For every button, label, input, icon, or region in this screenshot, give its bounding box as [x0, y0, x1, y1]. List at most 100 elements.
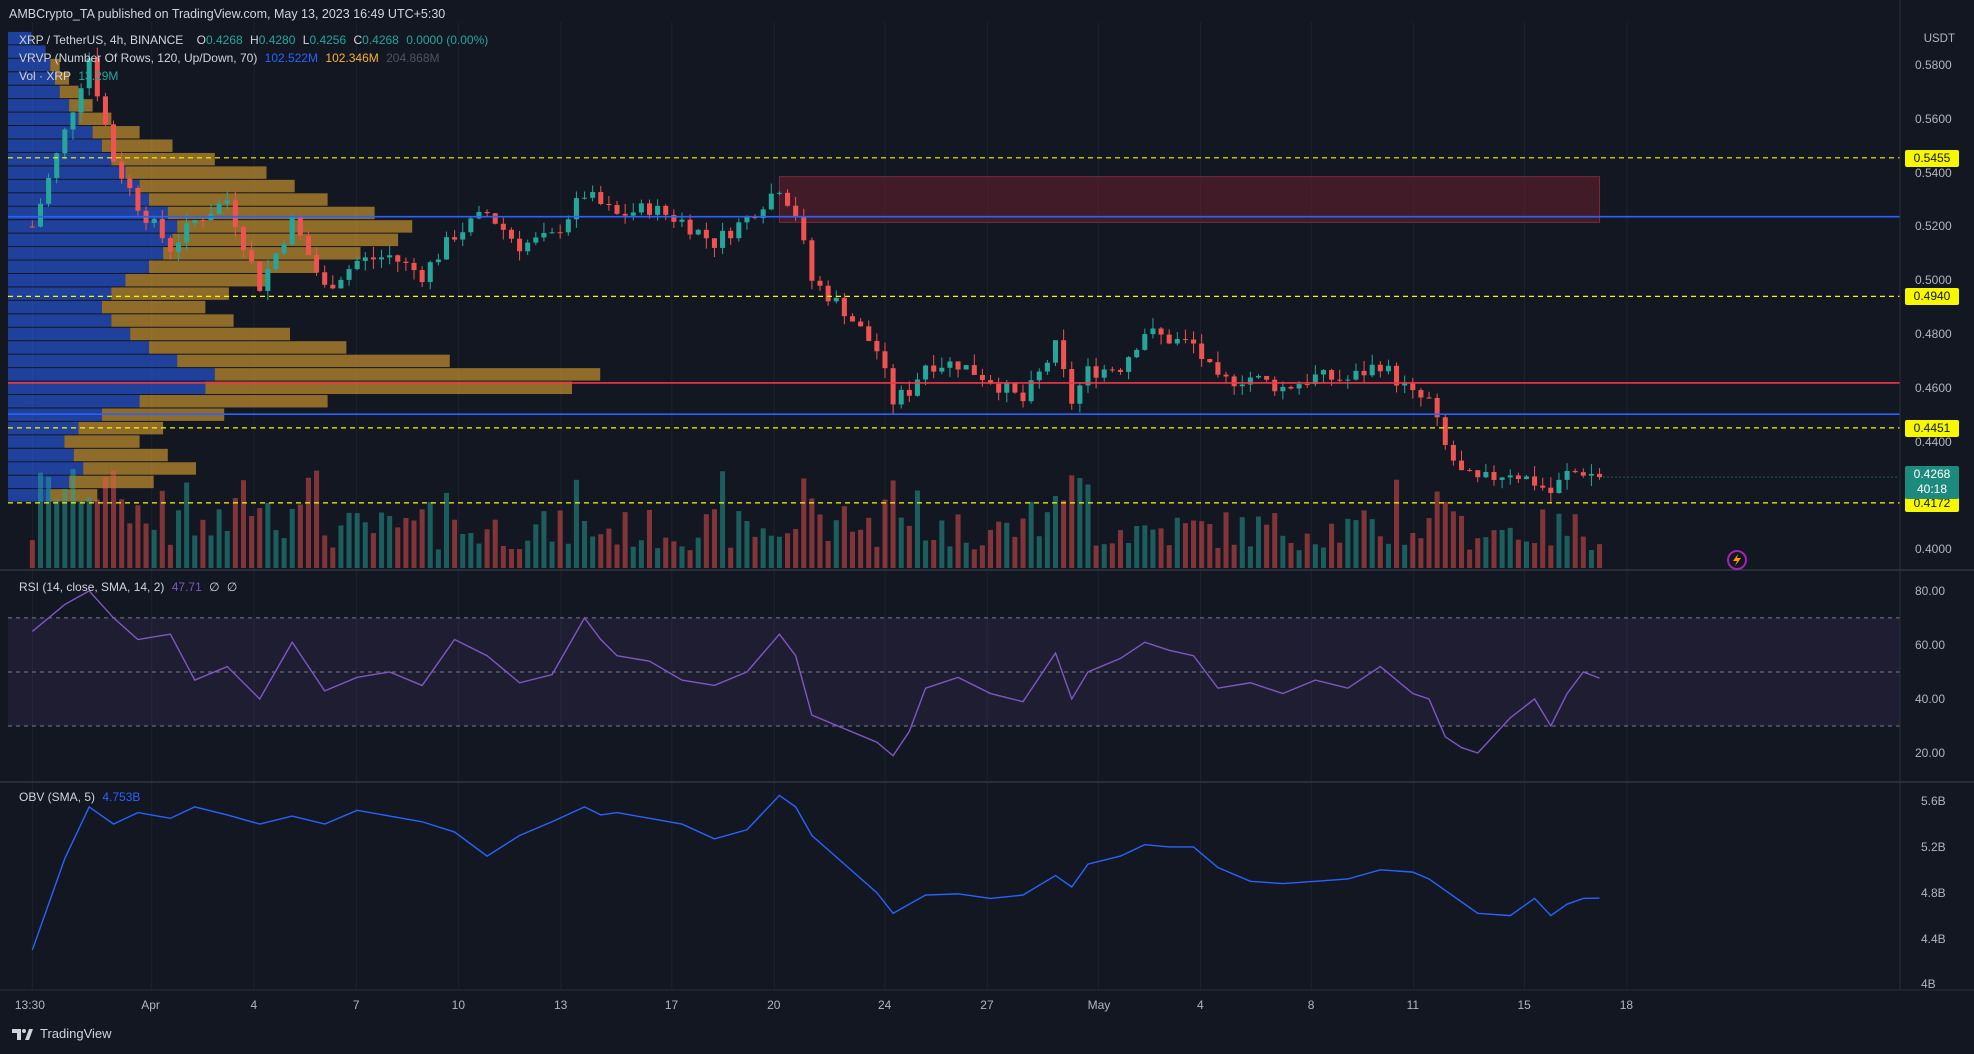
candle-body[interactable] [257, 261, 263, 291]
candle-body[interactable] [1231, 376, 1237, 387]
candle-body[interactable] [1385, 365, 1391, 372]
candle-body[interactable] [923, 365, 929, 380]
candle-body[interactable] [330, 284, 336, 289]
candle-body[interactable] [809, 240, 815, 281]
candle-body[interactable] [565, 219, 571, 233]
candle-body[interactable] [159, 219, 165, 239]
candle-body[interactable] [46, 177, 52, 204]
candle-body[interactable] [119, 161, 125, 179]
candle-body[interactable] [1052, 340, 1059, 363]
candle-body[interactable] [1166, 334, 1172, 344]
candle-body[interactable] [127, 178, 133, 188]
candle-body[interactable] [1491, 471, 1497, 480]
supply-zone-rect[interactable] [778, 176, 1601, 223]
candle-body[interactable] [37, 203, 43, 227]
candle-body[interactable] [582, 197, 588, 199]
candle-body[interactable] [176, 242, 182, 252]
candle-body[interactable] [1239, 384, 1245, 387]
candle-body[interactable] [403, 261, 409, 263]
candle-body[interactable] [62, 129, 68, 154]
candle-body[interactable] [1174, 338, 1180, 344]
candle-body[interactable] [825, 285, 831, 302]
candle-body[interactable] [971, 365, 977, 375]
candle-body[interactable] [963, 365, 969, 370]
candle-body[interactable] [1004, 383, 1010, 393]
symbol-legend[interactable]: XRP / TetherUS, 4h, BINANCE O0.4268 H0.4… [19, 33, 492, 47]
candle-body[interactable] [1255, 375, 1262, 378]
candle-body[interactable] [1061, 340, 1067, 370]
candle-body[interactable] [354, 260, 360, 270]
candle-body[interactable] [638, 203, 644, 213]
candle-body[interactable] [1515, 475, 1521, 480]
candle-body[interactable] [500, 223, 506, 230]
candle-body[interactable] [468, 218, 474, 233]
obv-legend[interactable]: OBV (SMA, 5) 4.753B [19, 790, 144, 804]
candle-body[interactable] [533, 237, 539, 243]
candle-body[interactable] [776, 192, 782, 194]
candle-body[interactable] [622, 213, 628, 216]
candle-body[interactable] [135, 187, 141, 211]
candle-body[interactable] [720, 230, 726, 248]
candle-body[interactable] [1507, 475, 1513, 478]
candle-body[interactable] [1296, 384, 1302, 389]
candle-body[interactable] [793, 205, 799, 216]
candle-body[interactable] [1369, 364, 1375, 376]
candle-body[interactable] [841, 297, 847, 317]
candle-body[interactable] [1418, 390, 1424, 398]
candle-body[interactable] [858, 321, 864, 327]
candle-body[interactable] [379, 257, 385, 260]
candle-body[interactable] [996, 383, 1002, 393]
candle-body[interactable] [1272, 379, 1278, 392]
candle-body[interactable] [728, 230, 734, 239]
candle-body[interactable] [1020, 392, 1026, 402]
candle-body[interactable] [224, 200, 230, 204]
candle-body[interactable] [322, 272, 328, 285]
volume-legend[interactable]: Vol · XRP 13.29M [19, 69, 122, 83]
chart-canvas[interactable] [0, 0, 1974, 1054]
candle-body[interactable] [240, 227, 247, 251]
candle-body[interactable] [1191, 339, 1197, 344]
candle-body[interactable] [184, 223, 190, 243]
candle-body[interactable] [54, 153, 60, 178]
candle-body[interactable] [655, 205, 661, 215]
candle-body[interactable] [419, 270, 425, 283]
candle-body[interactable] [1304, 384, 1310, 386]
candle-body[interactable] [249, 250, 255, 262]
candle-body[interactable] [460, 232, 466, 240]
candle-body[interactable] [1450, 444, 1456, 461]
candle-body[interactable] [1077, 385, 1083, 404]
candle-body[interactable] [703, 229, 709, 239]
candle-body[interactable] [1548, 487, 1554, 494]
rsi-label[interactable]: RSI (14, close, SMA, 14, 2) [19, 580, 164, 594]
candle-body[interactable] [273, 253, 279, 269]
candle-body[interactable] [1182, 338, 1188, 340]
candle-body[interactable] [606, 203, 612, 206]
candle-body[interactable] [1207, 358, 1213, 363]
candle-body[interactable] [232, 200, 238, 228]
candle-body[interactable] [387, 255, 393, 258]
candle-body[interactable] [614, 205, 620, 214]
candle-body[interactable] [1483, 471, 1489, 478]
candle-body[interactable] [979, 374, 985, 381]
candle-body[interactable] [630, 212, 636, 216]
candle-body[interactable] [362, 257, 368, 261]
candle-body[interactable] [435, 259, 441, 263]
candle-body[interactable] [525, 242, 531, 252]
candle-body[interactable] [111, 124, 117, 162]
candle-body[interactable] [1069, 369, 1075, 404]
candle-body[interactable] [1288, 386, 1294, 389]
tradingview-brand[interactable]: TradingView [12, 1026, 112, 1041]
candle-body[interactable] [1150, 328, 1156, 335]
candle-body[interactable] [890, 368, 896, 405]
candle-body[interactable] [541, 232, 547, 238]
candle-body[interactable] [695, 229, 701, 235]
candle-body[interactable] [1044, 362, 1050, 372]
candle-body[interactable] [492, 213, 498, 224]
candle-body[interactable] [297, 216, 303, 236]
candle-body[interactable] [102, 96, 108, 125]
candle-body[interactable] [1532, 476, 1538, 486]
candle-body[interactable] [289, 216, 295, 245]
candle-body[interactable] [29, 226, 35, 228]
candle-body[interactable] [1280, 386, 1286, 392]
candle-body[interactable] [78, 88, 84, 113]
